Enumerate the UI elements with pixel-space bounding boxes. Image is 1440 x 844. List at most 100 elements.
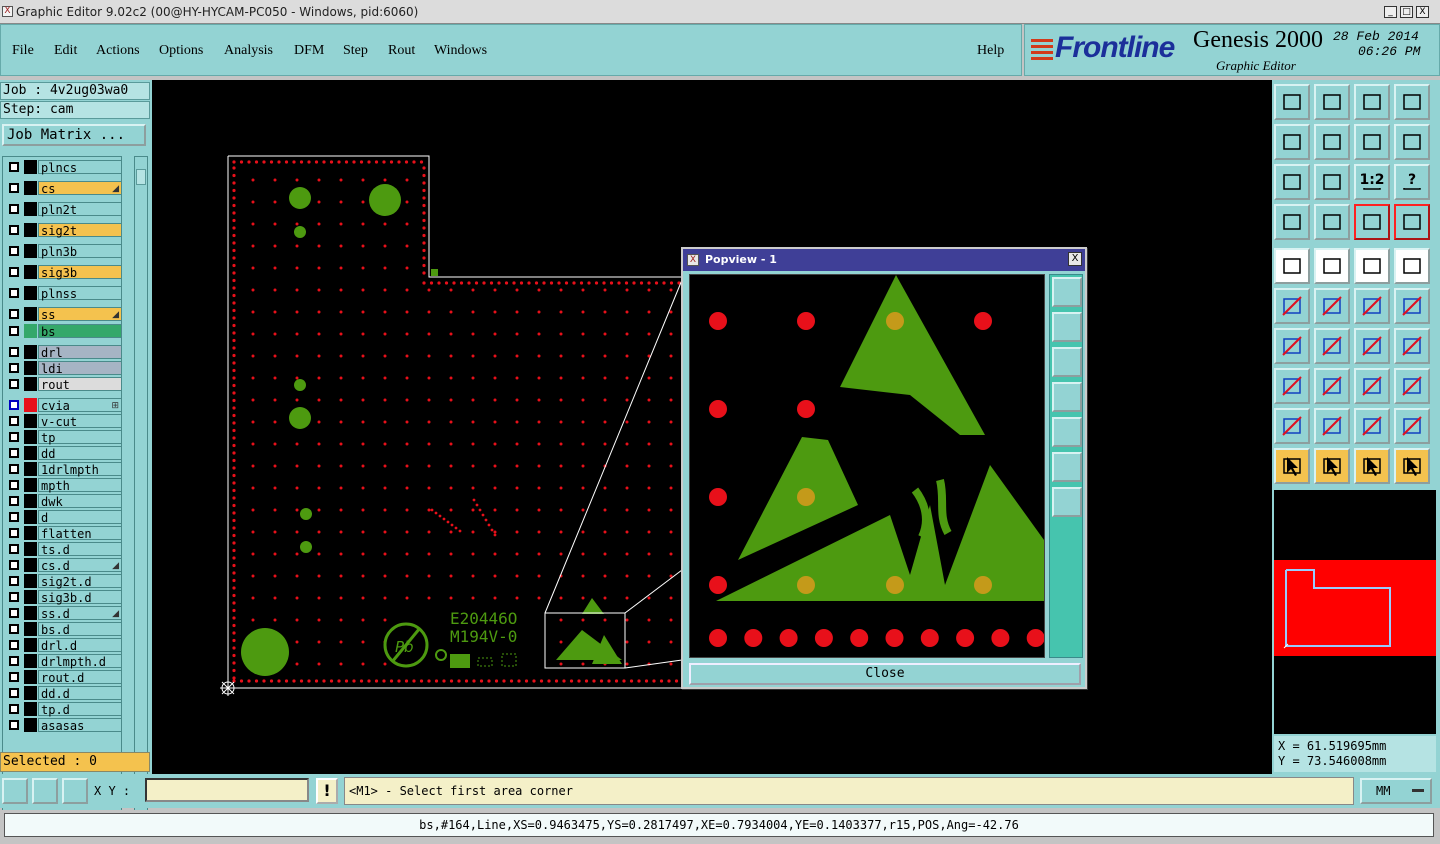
layer-checkbox[interactable] <box>9 704 19 714</box>
layer-name[interactable]: sig2t.d <box>38 574 122 589</box>
layer-name[interactable]: sig3b <box>38 265 122 280</box>
layer-name[interactable]: ss ◢ <box>38 307 122 322</box>
layer-row-pln3b[interactable]: pln3b <box>4 244 122 259</box>
mark-d-icon[interactable] <box>1394 408 1430 444</box>
layer-color-swatch[interactable] <box>24 590 37 604</box>
layer-checkbox[interactable] <box>9 448 19 458</box>
layer-name[interactable]: mpth <box>38 478 122 493</box>
layer-checkbox[interactable] <box>9 480 19 490</box>
zoom-center-icon[interactable] <box>1314 164 1350 200</box>
layer-checkbox[interactable] <box>9 592 19 602</box>
angle-icon[interactable] <box>1274 328 1310 364</box>
units-select[interactable]: MM <box>1360 778 1432 804</box>
mark-c-icon[interactable] <box>1354 408 1390 444</box>
cut-icon[interactable] <box>1314 368 1350 404</box>
layer-row-ts-d[interactable]: ts.d <box>4 542 122 557</box>
popview-canvas[interactable] <box>689 274 1045 658</box>
mark-b-icon[interactable] <box>1314 408 1350 444</box>
popview-pan-left-icon[interactable] <box>1052 382 1082 412</box>
layer-color-swatch[interactable] <box>24 160 37 174</box>
layer-row-rout-d[interactable]: rout.d <box>4 670 122 685</box>
layer-name[interactable]: plnss <box>38 286 122 301</box>
query-icon[interactable]: ? <box>1394 164 1430 200</box>
group-icon[interactable] <box>1394 368 1430 404</box>
layer-name[interactable]: plncs <box>38 160 122 175</box>
layer-name[interactable]: drl <box>38 345 122 360</box>
layer-checkbox[interactable] <box>9 640 19 650</box>
layer-row-plncs[interactable]: plncs <box>4 160 122 175</box>
layer-color-swatch[interactable] <box>24 446 37 460</box>
layer-shift-icon[interactable] <box>1354 204 1390 240</box>
layer-name[interactable]: sig2t <box>38 223 122 238</box>
layer-color-swatch[interactable] <box>24 686 37 700</box>
menu-actions[interactable]: Actions <box>96 43 140 59</box>
menu-options[interactable]: Options <box>159 43 203 59</box>
layer-color-swatch[interactable] <box>24 510 37 524</box>
slope-icon[interactable] <box>1314 328 1350 364</box>
layer-checkbox[interactable] <box>9 512 19 522</box>
pan-left-icon[interactable] <box>1274 124 1310 160</box>
layer-name[interactable]: sig3b.d <box>38 590 122 605</box>
layer-row-cvia[interactable]: cvia ⊞ <box>4 398 122 413</box>
layer-row-sig2t[interactable]: sig2t <box>4 223 122 238</box>
layer-name[interactable]: tp <box>38 430 122 445</box>
pointer-2-icon[interactable] <box>1314 448 1350 484</box>
layer-name[interactable]: dd.d <box>38 686 122 701</box>
layer-color-swatch[interactable] <box>24 670 37 684</box>
minimize-button[interactable]: _ <box>1384 6 1397 18</box>
layer-checkbox[interactable] <box>9 624 19 634</box>
zoom-home-page-icon[interactable] <box>1354 84 1390 120</box>
layer-checkbox[interactable] <box>9 576 19 586</box>
app-icon[interactable]: X <box>2 6 13 17</box>
layer-name[interactable]: 1drlmpth <box>38 462 122 477</box>
layer-checkbox[interactable] <box>9 544 19 554</box>
zoom-grid-icon[interactable] <box>1394 84 1430 120</box>
layer-color-swatch[interactable] <box>24 638 37 652</box>
menu-help[interactable]: Help <box>977 43 1004 59</box>
move-point-icon[interactable] <box>1354 288 1390 324</box>
layer-color-swatch[interactable] <box>24 324 37 338</box>
layer-list-scrollbar[interactable] <box>134 156 148 820</box>
layer-name[interactable]: bs.d <box>38 622 122 637</box>
popview-zoom-fit-icon[interactable] <box>1052 487 1082 517</box>
menu-windows[interactable]: Windows <box>434 43 487 59</box>
layer-row-asasas[interactable]: asasas <box>4 718 122 733</box>
layer-color-swatch[interactable] <box>24 718 37 732</box>
layer-row-mpth[interactable]: mpth <box>4 478 122 493</box>
feature-draw-icon[interactable] <box>1274 248 1310 284</box>
layer-color-swatch[interactable] <box>24 377 37 391</box>
mirror-icon[interactable] <box>1354 368 1390 404</box>
popview-close-x[interactable]: X <box>1068 252 1082 266</box>
arc-icon[interactable] <box>1354 328 1390 364</box>
layer-checkbox[interactable] <box>9 464 19 474</box>
layer-row-ldi[interactable]: ldi <box>4 361 122 376</box>
layer-name[interactable]: ldi <box>38 361 122 376</box>
layer-row-dd-d[interactable]: dd.d <box>4 686 122 701</box>
layer-color-swatch[interactable] <box>24 286 37 300</box>
zoom-prev-icon[interactable] <box>1354 124 1390 160</box>
layer-name[interactable]: pln3b <box>38 244 122 259</box>
zoom-back-icon[interactable] <box>1314 84 1350 120</box>
maximize-button[interactable]: □ <box>1400 6 1413 18</box>
layer-color-swatch[interactable] <box>24 345 37 359</box>
cross-icon[interactable] <box>1314 288 1350 324</box>
layer-color-swatch[interactable] <box>24 478 37 492</box>
layer-name[interactable]: flatten <box>38 526 122 541</box>
layer-pair-icon[interactable] <box>1394 204 1430 240</box>
close-window-button[interactable]: X <box>1416 6 1429 18</box>
layer-row-flatten[interactable]: flatten <box>4 526 122 541</box>
layer-checkbox[interactable] <box>9 608 19 618</box>
layer-row-drl[interactable]: drl <box>4 345 122 360</box>
copy-icon[interactable] <box>1274 368 1310 404</box>
layer-color-swatch[interactable] <box>24 265 37 279</box>
menu-file[interactable]: File <box>12 43 34 59</box>
layer-name[interactable]: pln2t <box>38 202 122 217</box>
layer-name[interactable]: bs <box>38 324 122 339</box>
menu-edit[interactable]: Edit <box>54 43 77 59</box>
menu-step[interactable]: Step <box>343 43 368 59</box>
layer-row-cs[interactable]: cs ◢ <box>4 181 122 196</box>
grid-mode-icon[interactable] <box>62 778 88 804</box>
layer-name[interactable]: tp.d <box>38 702 122 717</box>
layer-row-bs-d[interactable]: bs.d <box>4 622 122 637</box>
layer-checkbox[interactable] <box>9 528 19 538</box>
